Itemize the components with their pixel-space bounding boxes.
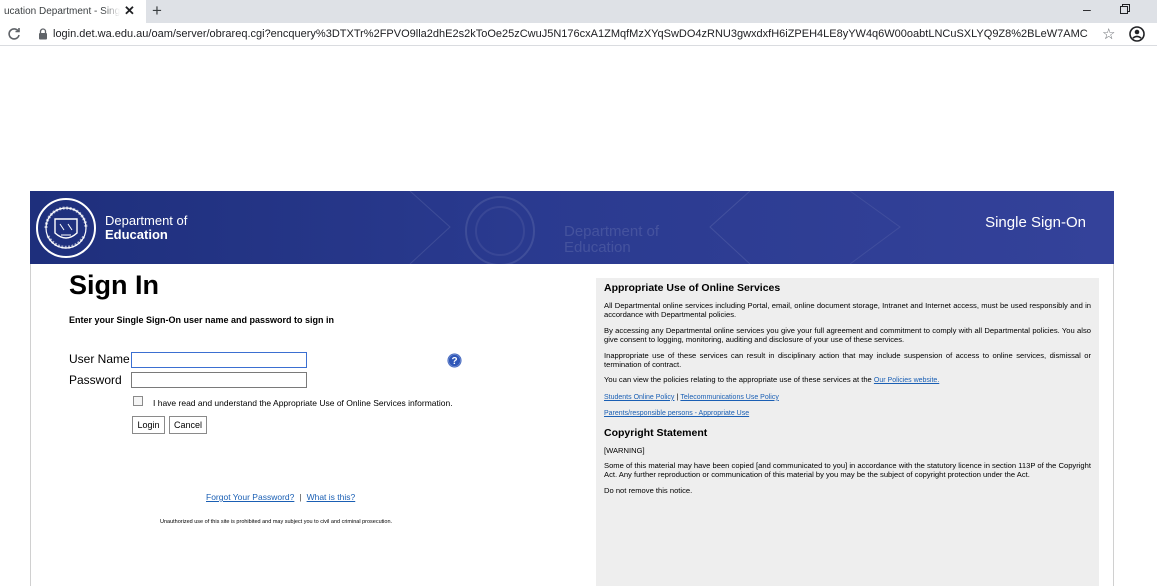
new-tab-icon[interactable]: +	[152, 1, 162, 21]
panel-para-3: Inappropriate use of these services can …	[604, 350, 1091, 370]
page-title: Sign In	[69, 270, 159, 300]
username-label: User Name	[69, 352, 130, 366]
panel-heading: Appropriate Use of Online Services	[604, 282, 781, 294]
agree-checkbox-label[interactable]: I have read and understand the Appropria…	[153, 398, 453, 408]
reload-icon[interactable]	[6, 26, 22, 42]
username-input[interactable]	[131, 352, 307, 368]
cancel-button[interactable]: Cancel	[169, 416, 207, 434]
telecommunications-policy-link[interactable]: Telecommunications Use Policy	[680, 394, 778, 401]
browser-tabstrip: ucation Department - Single Sign-On ✕ + …	[0, 0, 1157, 23]
panel-para-1: All Departmental online services includi…	[604, 301, 1091, 320]
what-is-this-link[interactable]: What is this?	[307, 492, 356, 502]
star-icon[interactable]: ☆	[1102, 25, 1115, 43]
help-links: Forgot Your Password? | What is this?	[206, 492, 355, 502]
info-panel: Appropriate Use of Online Services All D…	[596, 278, 1099, 586]
forgot-password-link[interactable]: Forgot Your Password?	[206, 492, 294, 502]
government-crest-icon	[36, 198, 96, 258]
url-field[interactable]: login.det.wa.edu.au/oam/server/obrareq.c…	[53, 28, 1088, 40]
org-name-line1: Department of	[105, 213, 188, 228]
panel-para-4: You can view the policies relating to th…	[604, 375, 1091, 385]
copyright-warning: [WARNING]	[604, 445, 645, 455]
tab-close-icon[interactable]: ✕	[124, 3, 135, 19]
login-button[interactable]: Login	[132, 416, 165, 434]
password-label: Password	[69, 373, 122, 387]
unauthorised-use-notice: Unauthorized use of this site is prohibi…	[160, 519, 393, 525]
copyright-para: Some of this material may have been copi…	[604, 461, 1091, 480]
sso-header: Department of Education Department of Ed…	[30, 191, 1114, 264]
parents-appropriate-use-link[interactable]: Parents/responsible persons - Appropriat…	[604, 410, 749, 417]
policies-text: You can view the policies relating to th…	[604, 375, 872, 385]
browser-tab[interactable]: ucation Department - Single Sign-On ✕	[0, 0, 146, 23]
links-separator: |	[299, 492, 302, 502]
students-online-policy-link[interactable]: Students Online Policy	[604, 394, 674, 401]
our-policies-link[interactable]: Our Policies website.	[874, 377, 939, 384]
profile-icon[interactable]	[1129, 26, 1145, 42]
watermark-line1: Department of	[564, 223, 660, 240]
panel-para-2: By accessing any Departmental online ser…	[604, 325, 1091, 345]
policy-links-row: Students Online Policy | Telecommunication…	[604, 392, 1091, 402]
svg-text:?: ?	[451, 356, 457, 367]
signin-instructions: Enter your Single Sign-On user name and …	[69, 315, 335, 325]
maximize-icon[interactable]	[1120, 4, 1130, 14]
header-watermark-text: Department of Education	[564, 224, 659, 256]
policy-links-separator: |	[676, 391, 679, 401]
minimize-icon[interactable]: –	[1083, 1, 1091, 17]
agree-checkbox[interactable]	[133, 396, 143, 406]
product-title: Single Sign-On	[985, 214, 1086, 231]
tab-title: ucation Department - Single Sign-On	[4, 6, 120, 17]
org-name-line2: Education	[105, 227, 168, 242]
help-icon[interactable]: ?	[447, 353, 462, 368]
org-name: Department of Education	[105, 214, 187, 242]
password-input[interactable]	[131, 372, 307, 388]
browser-addressbar: login.det.wa.edu.au/oam/server/obrareq.c…	[0, 23, 1157, 46]
do-not-remove-notice: Do not remove this notice.	[604, 485, 693, 495]
parents-link-row: Parents/responsible persons - Appropriat…	[604, 408, 1091, 418]
watermark-line2: Education	[564, 239, 631, 256]
lock-icon[interactable]	[38, 28, 48, 40]
copyright-heading: Copyright Statement	[604, 426, 708, 439]
frame-border-left	[30, 264, 31, 586]
frame-border-right	[1113, 264, 1114, 586]
